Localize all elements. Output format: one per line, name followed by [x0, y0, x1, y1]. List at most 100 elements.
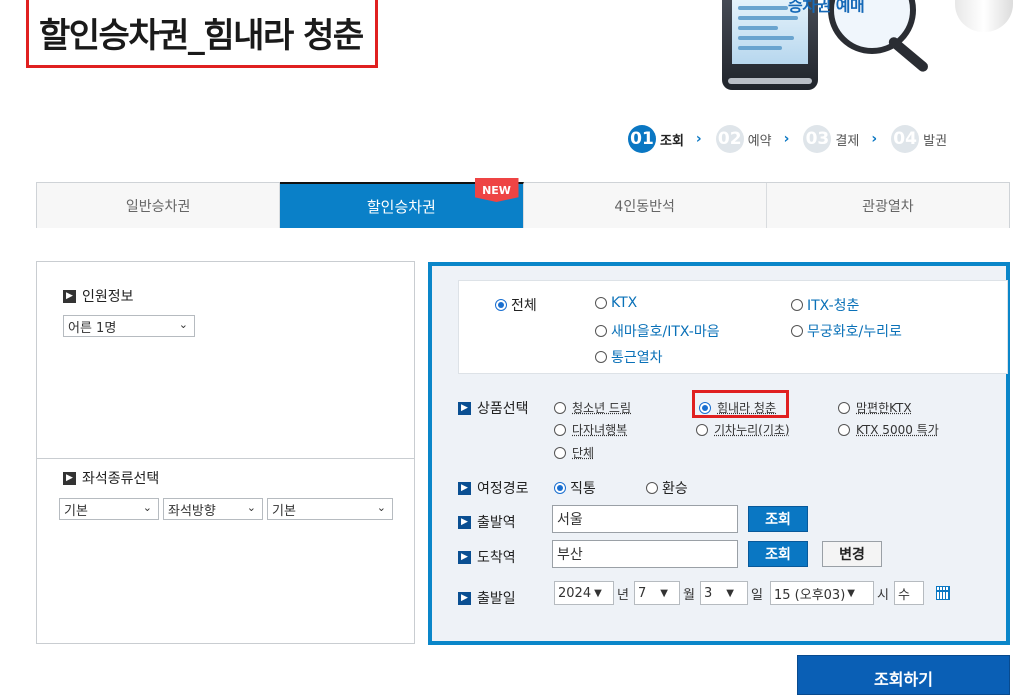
route-title-label: 여정경로	[477, 481, 529, 497]
route-title: ▶ 여정경로	[458, 478, 529, 498]
train-type-all[interactable]: 전체	[495, 295, 537, 315]
product-gicha-nuri-label: 기차누리(기초)	[714, 423, 790, 437]
hour-select[interactable]: 15 (오후03) ▼	[770, 581, 874, 605]
caret-down-icon: ▼	[726, 587, 734, 599]
departure-title-label: 출발역	[477, 515, 516, 531]
passenger-panel: ▶ 인원정보 어른 1명 ⌄ ▶ 좌석종류선택 기본 ⌄ 좌석방향 ⌄ 기본 ⌄	[36, 261, 415, 644]
radio-icon	[838, 401, 850, 414]
product-ktx-5000-label: KTX 5000 특가	[856, 423, 939, 437]
search-submit-button[interactable]: 조회하기	[797, 655, 1010, 695]
radio-checked-icon	[699, 401, 711, 414]
route-transfer[interactable]: 환승	[646, 478, 688, 498]
tab-discount-ticket[interactable]: 할인승차권 NEW	[280, 178, 524, 228]
arrow-right-square-icon: ▶	[63, 289, 76, 303]
radio-icon	[646, 482, 658, 494]
passenger-select[interactable]: 어른 1명 ⌄	[63, 315, 195, 337]
arrow-right-square-icon: ▶	[458, 591, 471, 605]
seat-type-select[interactable]: 기본 ⌄	[59, 498, 159, 520]
step-4-number: 04	[891, 125, 920, 153]
arrival-station-input[interactable]: 부산	[552, 540, 738, 568]
new-badge: NEW	[474, 178, 519, 202]
product-youth-dream[interactable]: 청소년 드림	[554, 399, 631, 416]
banner-text: 승차권 예매	[788, 0, 865, 15]
product-mampyeonhan-ktx[interactable]: 맘편한KTX	[838, 399, 912, 416]
step-4-label: 발권	[923, 133, 948, 149]
day-value: 3	[704, 585, 713, 601]
train-type-saemaeul[interactable]: 새마을호/ITX-마음	[595, 321, 720, 341]
radio-icon	[595, 351, 607, 363]
radio-icon	[554, 423, 566, 436]
day-select[interactable]: 3 ▼	[700, 581, 748, 605]
departure-station-value: 서울	[557, 512, 583, 528]
year-select[interactable]: 2024 ▼	[554, 581, 614, 605]
step-1: 01 조회	[628, 125, 684, 153]
product-himnaera-cheongchun[interactable]: 힘내라 청춘	[699, 399, 776, 416]
product-youth-dream-label: 청소년 드림	[572, 401, 632, 415]
radio-icon	[791, 299, 803, 311]
arrow-right-square-icon: ▶	[458, 401, 471, 415]
step-3-label: 결제	[835, 133, 860, 149]
tab-family-seat[interactable]: 4인동반석	[524, 183, 767, 228]
radio-checked-icon	[554, 482, 566, 494]
ticket-type-tabs: 일반승차권 할인승차권 NEW 4인동반석 관광열차	[36, 178, 1010, 228]
year-value: 2024	[558, 585, 592, 601]
radio-icon	[554, 446, 566, 459]
caret-down-icon: ▼	[594, 587, 602, 599]
banner-illustration: 승차권 예매	[700, 0, 1024, 100]
arrival-search-button[interactable]: 조회	[748, 541, 808, 567]
product-multi-child-label: 다자녀행복	[572, 423, 628, 437]
arrival-station-value: 부산	[557, 547, 583, 563]
chevron-down-icon: ⌄	[178, 318, 188, 331]
passenger-select-value: 어른 1명	[68, 320, 117, 336]
departure-search-button[interactable]: 조회	[748, 506, 808, 532]
calendar-icon[interactable]	[936, 586, 950, 600]
month-unit: 월	[683, 588, 695, 603]
route-transfer-label: 환승	[662, 481, 688, 497]
weekday-value: 수	[898, 587, 910, 603]
product-ktx-5000[interactable]: KTX 5000 특가	[838, 421, 939, 438]
train-type-commuter[interactable]: 통근열차	[595, 347, 663, 367]
swap-station-button[interactable]: 변경	[822, 541, 882, 567]
arrival-title-label: 도착역	[477, 550, 516, 566]
radio-icon	[838, 423, 850, 436]
caret-down-icon: ▼	[847, 587, 855, 599]
chevron-right-icon: ›	[783, 131, 790, 147]
step-2: 02 예약	[715, 125, 772, 153]
train-type-mugunghwa[interactable]: 무궁화호/누리로	[791, 321, 902, 341]
train-type-itx-cheongchun[interactable]: ITX-청춘	[791, 295, 859, 315]
arrow-right-square-icon: ▶	[63, 471, 76, 485]
year-unit: 년	[617, 588, 629, 603]
seat-detail-select[interactable]: 기본 ⌄	[267, 498, 393, 520]
step-3: 03 결제	[803, 125, 859, 153]
train-type-mugunghwa-label: 무궁화호/누리로	[807, 324, 902, 340]
step-2-number: 02	[715, 125, 744, 153]
departure-title: ▶ 출발역	[458, 512, 516, 532]
radio-checked-icon	[495, 299, 507, 311]
arrow-right-square-icon: ▶	[458, 481, 471, 495]
month-value: 7	[638, 585, 647, 601]
step-1-label: 조회	[660, 133, 684, 149]
tab-general-ticket[interactable]: 일반승차권	[37, 183, 281, 228]
radio-icon	[595, 325, 607, 337]
radio-icon	[595, 297, 607, 309]
seat-detail-value: 기본	[272, 503, 296, 519]
train-type-ktx[interactable]: KTX	[595, 295, 637, 311]
product-gicha-nuri[interactable]: 기차누리(기초)	[696, 421, 790, 438]
seat-title-label: 좌석종류선택	[82, 471, 160, 487]
tab-discount-label: 할인승차권	[366, 197, 436, 216]
departure-station-input[interactable]: 서울	[552, 505, 738, 533]
seat-direction-select[interactable]: 좌석방향 ⌄	[163, 498, 263, 520]
product-group[interactable]: 단체	[554, 444, 594, 461]
month-select[interactable]: 7 ▼	[634, 581, 680, 605]
seat-direction-value: 좌석방향	[168, 503, 216, 519]
route-direct-label: 직통	[570, 481, 596, 497]
route-direct[interactable]: 직통	[554, 478, 596, 498]
step-2-label: 예약	[747, 133, 772, 149]
radio-icon	[791, 325, 803, 337]
chevron-right-icon: ›	[871, 131, 878, 147]
product-himnaera-label: 힘내라 청춘	[717, 401, 777, 415]
weekday-display: 수	[894, 581, 924, 605]
product-multi-child[interactable]: 다자녀행복	[554, 421, 627, 438]
hour-value: 15 (오후03)	[774, 587, 846, 603]
tab-tour-train[interactable]: 관광열차	[767, 183, 1009, 228]
